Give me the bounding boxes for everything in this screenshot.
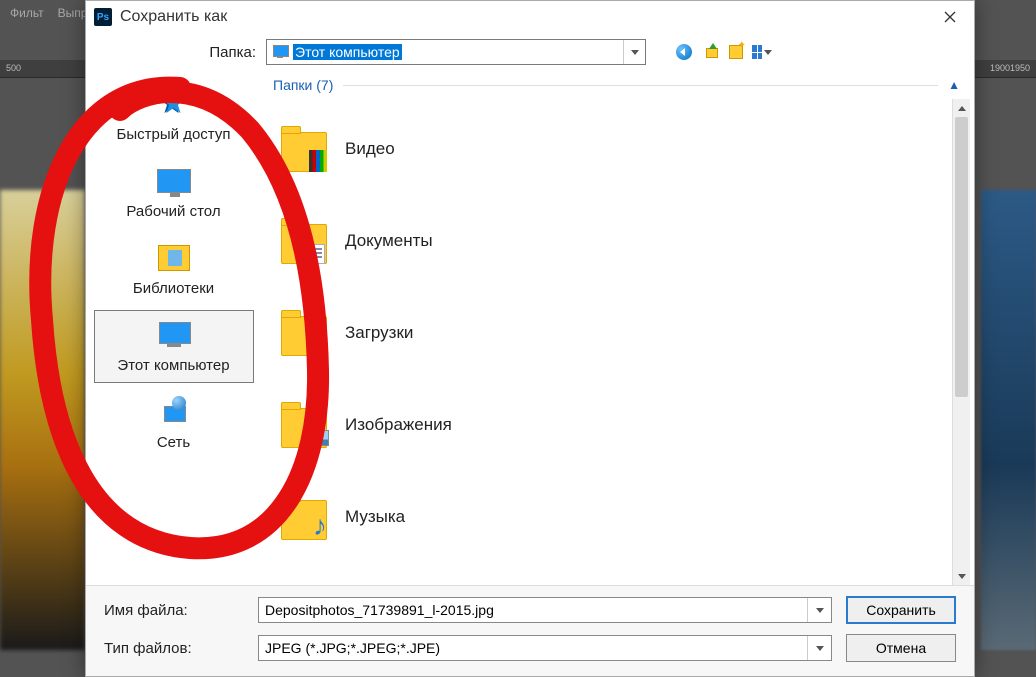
music-overlay-icon: ♪	[313, 512, 327, 540]
dialog-bottom-panel: Имя файла: Depositphotos_71739891_l-2015…	[86, 585, 974, 676]
place-label: Этот компьютер	[97, 357, 251, 374]
nav-up-button[interactable]	[700, 42, 720, 62]
cancel-button[interactable]: Отмена	[846, 634, 956, 662]
filename-history-dropdown[interactable]	[807, 598, 831, 622]
filetype-value: JPEG (*.JPG;*.JPEG;*.JPE)	[265, 640, 440, 656]
video-overlay-icon	[309, 150, 327, 172]
folder-item-videos[interactable]: Видео	[279, 103, 948, 195]
chevron-down-icon	[816, 646, 824, 651]
folders-group-title: Папки (7)	[273, 77, 333, 93]
folder-toolbar: Папка: Этот компьютер	[86, 33, 974, 71]
place-this-pc[interactable]: Этот компьютер	[94, 310, 254, 383]
this-pc-icon	[155, 322, 193, 348]
filetype-combo[interactable]: JPEG (*.JPG;*.JPEG;*.JPE)	[258, 635, 832, 661]
folder-item-pictures[interactable]: Изображения	[279, 379, 948, 471]
this-pc-mini-icon	[271, 45, 289, 59]
folder-item-documents[interactable]: Документы	[279, 195, 948, 287]
new-folder-icon	[729, 45, 743, 59]
folder-item-music[interactable]: ♪ Музыка	[279, 471, 948, 563]
folder-icon	[279, 400, 329, 450]
vertical-scrollbar[interactable]	[952, 99, 970, 585]
filename-value: Depositphotos_71739891_l-2015.jpg	[265, 602, 494, 618]
filetype-label: Тип файлов:	[104, 640, 244, 657]
place-label: Сеть	[97, 434, 251, 451]
scrollbar-track[interactable]	[953, 117, 970, 567]
folders-list[interactable]: Видео Документы Загрузки Изображения	[261, 99, 952, 585]
folder-combo[interactable]: Этот компьютер	[266, 39, 646, 65]
folder-label: Видео	[345, 139, 395, 159]
place-label: Библиотеки	[97, 280, 251, 297]
place-quick-access[interactable]: ★ Быстрый доступ	[94, 79, 254, 152]
close-button[interactable]	[930, 3, 970, 31]
folder-combo-value: Этот компьютер	[293, 44, 402, 60]
chevron-down-icon	[816, 608, 824, 613]
file-pane: Папки (7) ▲ Видео Документы За	[261, 71, 974, 585]
scrollbar-thumb[interactable]	[955, 117, 968, 397]
document-overlay-icon	[309, 244, 325, 264]
place-desktop[interactable]: Рабочий стол	[94, 156, 254, 229]
photoshop-canvas-left	[0, 190, 85, 650]
filename-label: Имя файла:	[104, 602, 244, 619]
chevron-up-icon	[958, 106, 966, 111]
folder-icon	[279, 124, 329, 174]
folder-label: Папка:	[86, 44, 256, 61]
filetype-dropdown[interactable]	[807, 636, 831, 660]
view-menu-button[interactable]	[752, 42, 772, 62]
folders-group-header: Папки (7) ▲	[261, 71, 970, 99]
folder-icon	[279, 308, 329, 358]
star-icon: ★	[160, 89, 187, 119]
download-overlay-icon	[307, 338, 327, 352]
libraries-icon	[158, 245, 190, 271]
folder-up-icon	[703, 45, 717, 59]
places-sidebar: ★ Быстрый доступ Рабочий стол Библиотеки…	[86, 71, 261, 585]
view-grid-icon	[752, 45, 762, 59]
place-network[interactable]: Сеть	[94, 387, 254, 460]
filename-input[interactable]: Depositphotos_71739891_l-2015.jpg	[258, 597, 832, 623]
place-libraries[interactable]: Библиотеки	[94, 233, 254, 306]
close-icon	[944, 11, 956, 23]
scroll-down-button[interactable]	[953, 567, 970, 585]
chevron-down-icon	[764, 50, 772, 55]
collapse-group-button[interactable]: ▲	[948, 78, 960, 92]
desktop-icon	[157, 169, 191, 193]
folder-label: Загрузки	[345, 323, 413, 343]
back-arrow-icon	[676, 44, 692, 60]
picture-overlay-icon	[303, 430, 329, 446]
network-icon	[158, 398, 190, 426]
new-folder-button[interactable]	[726, 42, 746, 62]
nav-back-button[interactable]	[674, 42, 694, 62]
folder-item-downloads[interactable]: Загрузки	[279, 287, 948, 379]
folder-label: Музыка	[345, 507, 405, 527]
dialog-title: Сохранить как	[120, 8, 930, 26]
save-as-dialog: Ps Сохранить как Папка: Этот компьютер ★…	[85, 0, 975, 677]
place-label: Рабочий стол	[97, 203, 251, 220]
folder-label: Документы	[345, 231, 433, 251]
save-button[interactable]: Сохранить	[846, 596, 956, 624]
folder-label: Изображения	[345, 415, 452, 435]
folder-icon: ♪	[279, 492, 329, 542]
chevron-down-icon	[958, 574, 966, 579]
dialog-titlebar: Ps Сохранить как	[86, 1, 974, 33]
photoshop-app-icon: Ps	[94, 8, 112, 26]
place-label: Быстрый доступ	[97, 126, 251, 143]
photoshop-canvas-right	[981, 190, 1036, 650]
folder-icon	[279, 216, 329, 266]
scroll-up-button[interactable]	[953, 99, 970, 117]
chevron-down-icon	[631, 50, 639, 55]
folder-combo-dropdown[interactable]	[623, 40, 645, 64]
